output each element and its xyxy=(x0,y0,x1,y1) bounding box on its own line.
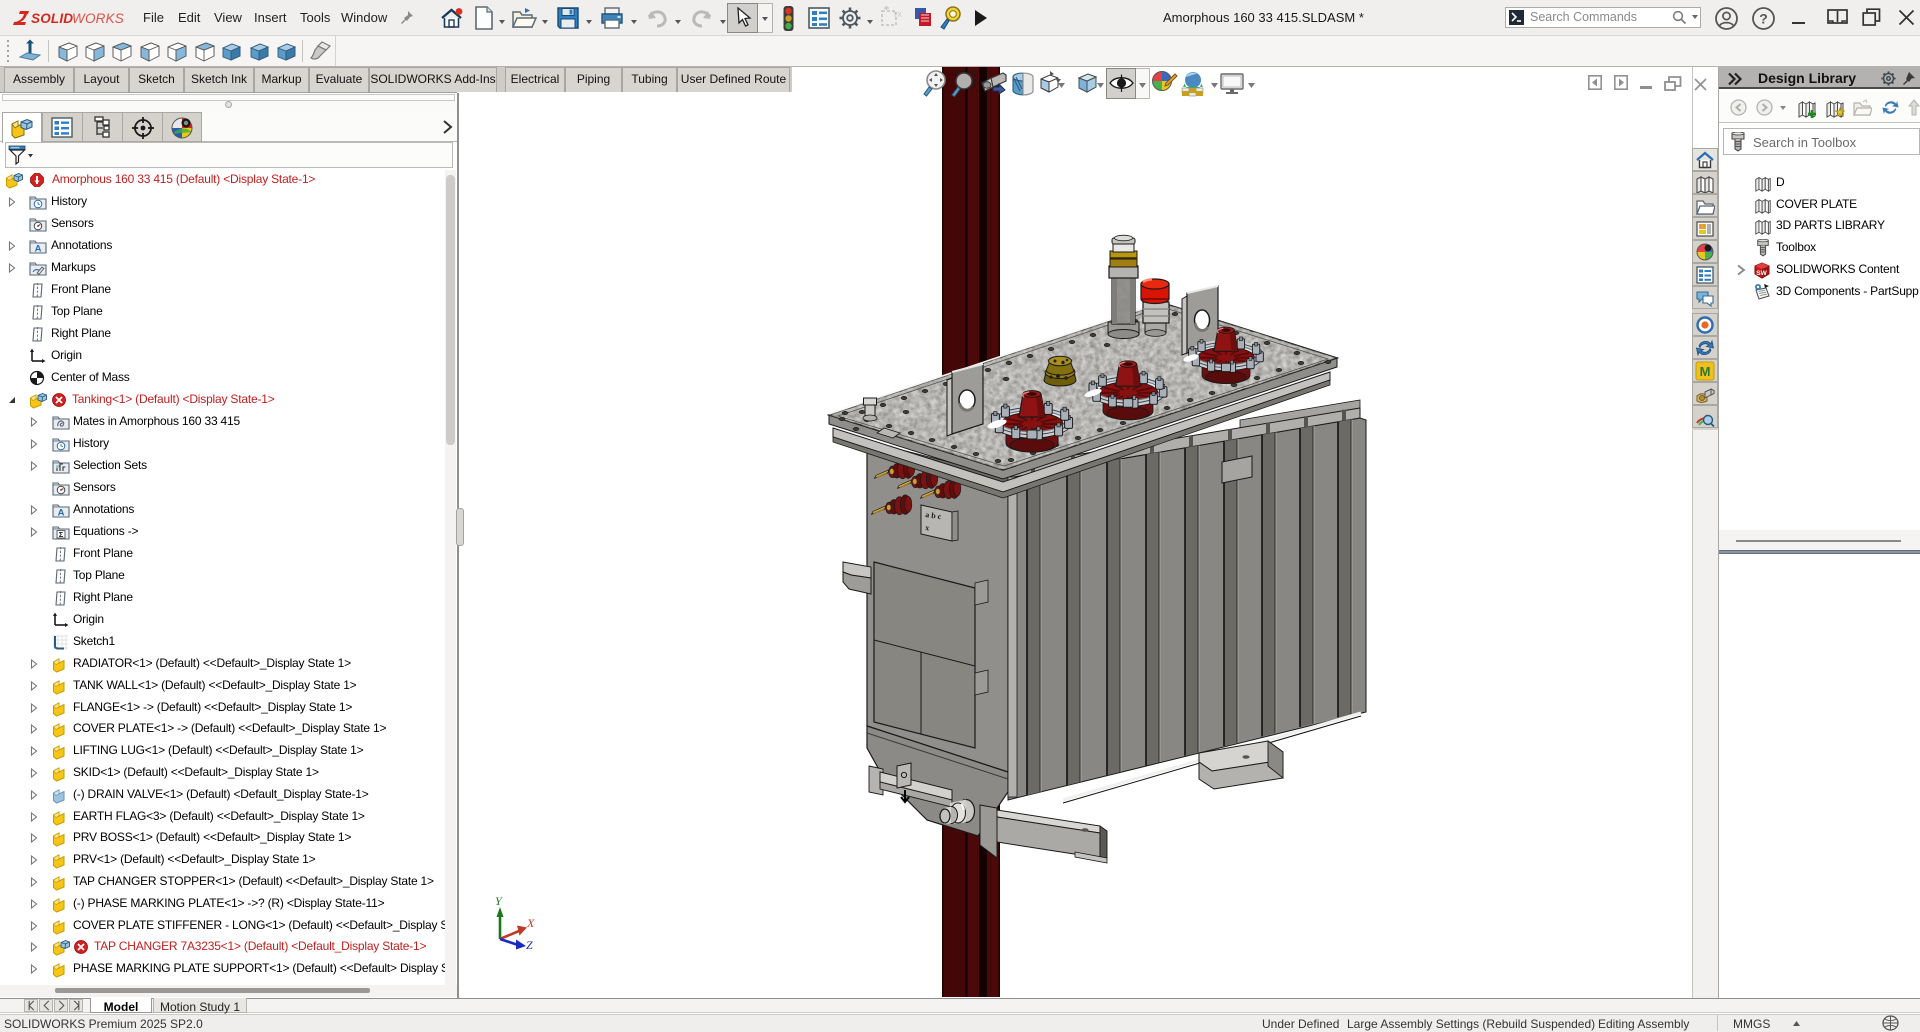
svg-text:SW: SW xyxy=(1756,270,1767,277)
svg-text:?: ? xyxy=(1759,11,1768,27)
svg-text:A: A xyxy=(35,244,42,255)
svg-text:Z: Z xyxy=(526,938,533,952)
svg-text:Σ: Σ xyxy=(59,530,64,539)
svg-text:A: A xyxy=(58,508,65,519)
svg-text:M: M xyxy=(1700,364,1711,379)
svg-text:Y: Y xyxy=(495,895,503,908)
svg-text:TX: TX xyxy=(893,12,902,19)
svg-text:X: X xyxy=(526,916,535,930)
